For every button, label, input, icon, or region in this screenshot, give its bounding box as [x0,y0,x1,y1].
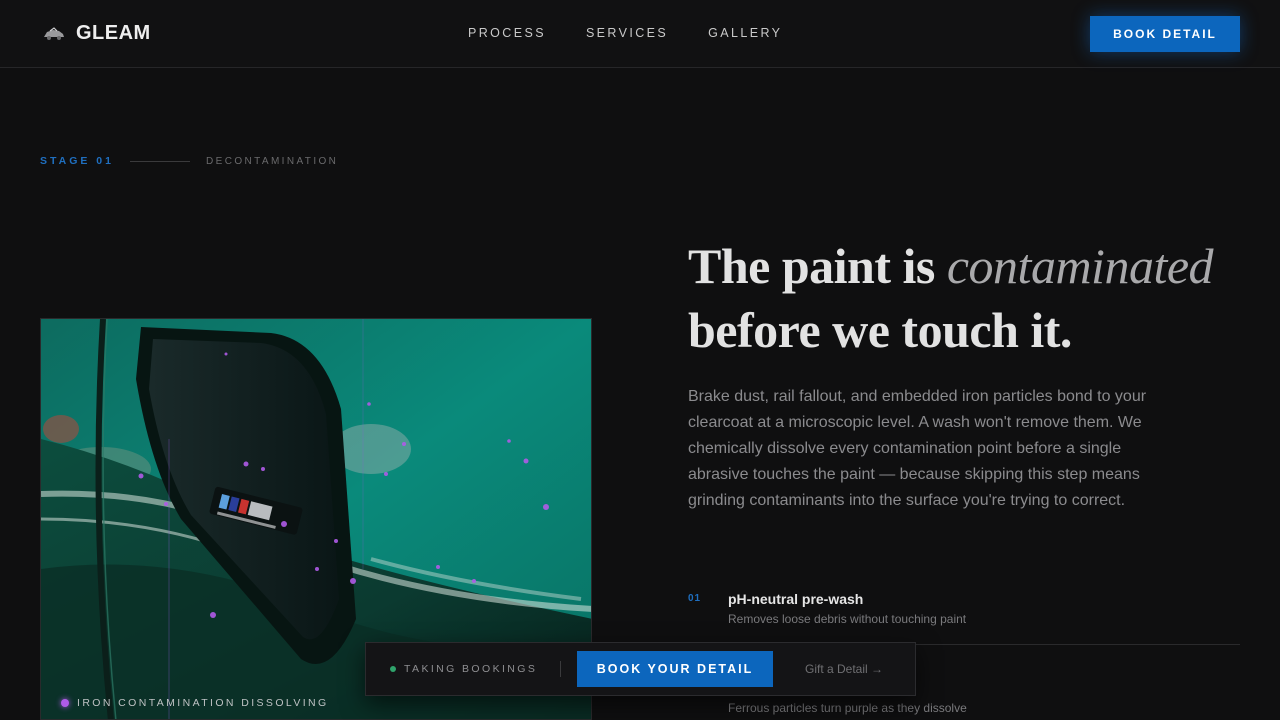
nav-item-process[interactable]: PROCESS [468,26,546,40]
headline-part2: before we touch it. [688,302,1072,358]
main-nav: PROCESS SERVICES GALLERY [468,26,782,40]
book-your-detail-button[interactable]: BOOK YOUR DETAIL [577,651,773,687]
book-detail-button[interactable]: BOOK DETAIL [1090,16,1240,52]
brand-name: GLEAM [76,22,151,44]
booking-status-text: TAKING BOOKINGS [404,663,538,675]
image-caption-text: IRON CONTAMINATION DISSOLVING [77,697,329,709]
stage-label: DECONTAMINATION [206,155,339,167]
step-description: Ferrous particles turn purple as they di… [728,701,967,715]
image-caption: IRON CONTAMINATION DISSOLVING [61,697,329,709]
hero-body-text: Brake dust, rail fallout, and embedded i… [688,388,1147,509]
brand-logo[interactable]: GLEAM [42,22,151,45]
stage-divider [130,160,190,162]
step-number: 01 [688,593,702,604]
bar-divider [560,661,561,677]
hero-headline: The paint is contaminated before we touch… [688,234,1248,362]
top-navigation-bar: GLEAM PROCESS SERVICES GALLERY BOOK DETA… [0,0,1280,68]
headline-part1: The paint is [688,238,947,294]
headline-emphasis: contaminated [946,238,1214,294]
booking-status: TAKING BOOKINGS [366,663,560,675]
gift-detail-link[interactable]: Gift a Detail → [805,662,883,676]
stage-number: STAGE 01 [40,155,114,167]
nav-item-gallery[interactable]: GALLERY [708,26,782,40]
nav-item-services[interactable]: SERVICES [586,26,668,40]
step-title: pH-neutral pre-wash [728,591,864,607]
car-silhouette-icon [42,26,66,42]
stage-indicator: STAGE 01 DECONTAMINATION [40,155,338,167]
booking-bar: TAKING BOOKINGS BOOK YOUR DETAIL Gift a … [365,642,916,696]
status-dot-icon [390,666,396,672]
list-item: 01 pH-neutral pre-wash Removes loose deb… [688,588,1240,644]
contamination-dot-icon [61,699,69,707]
step-description: Removes loose debris without touching pa… [728,612,967,626]
